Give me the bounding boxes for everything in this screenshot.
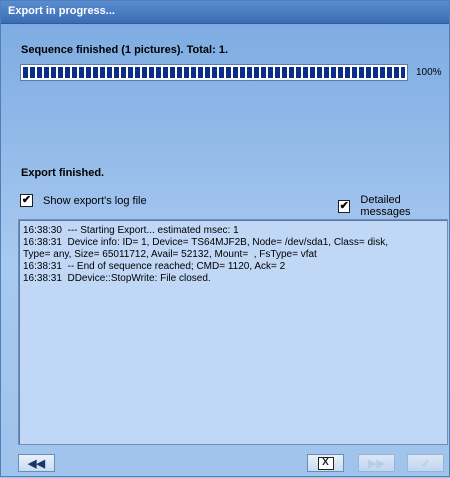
show-log-checkbox[interactable]: ✔ <box>20 194 33 207</box>
log-line: 16:38:31 -- End of sequence reached; CMD… <box>23 261 286 272</box>
detailed-checkbox[interactable]: ✔ <box>338 199 351 213</box>
status-text: Sequence finished (1 pictures). Total: 1… <box>21 44 229 56</box>
show-log-label: Show export's log file <box>43 194 147 207</box>
close-icon: X <box>317 456 334 470</box>
progress-fill <box>23 67 405 78</box>
footer-bar: ◀◀ X ▶▶ ✓ <box>1 454 450 478</box>
progress-percent: 100% <box>416 67 442 78</box>
double-right-arrow-icon: ▶▶ <box>368 457 385 470</box>
window-title: Export in progress... <box>8 5 115 17</box>
title-bar: Export in progress... <box>1 1 449 24</box>
finished-text: Export finished. <box>21 167 105 179</box>
log-line: 16:38:30 --- Starting Export... estimate… <box>23 225 239 236</box>
forward-button[interactable]: ▶▶ <box>358 454 395 472</box>
log-line: 16:38:31 Device info: ID= 1, Device= TS6… <box>23 237 389 248</box>
cancel-button[interactable]: X <box>307 454 344 472</box>
export-window: Export in progress... Sequence finished … <box>0 0 450 477</box>
log-line: Type= any, Size= 65011712, Avail= 52132,… <box>23 249 317 260</box>
confirm-button[interactable]: ✓ <box>407 454 444 472</box>
back-button[interactable]: ◀◀ <box>18 454 55 472</box>
progress-bar <box>20 64 408 81</box>
show-log-option[interactable]: ✔ Show export's log file <box>20 194 147 207</box>
checkmark-icon: ✓ <box>420 457 431 470</box>
double-left-arrow-icon: ◀◀ <box>28 457 45 470</box>
log-line: 16:38:31 DDevice::StopWrite: File closed… <box>23 273 211 284</box>
detailed-option[interactable]: ✔ Detailed messages <box>338 194 449 218</box>
detailed-label: Detailed messages <box>360 194 411 218</box>
log-textarea[interactable]: 16:38:30 --- Starting Export... estimate… <box>18 219 448 445</box>
